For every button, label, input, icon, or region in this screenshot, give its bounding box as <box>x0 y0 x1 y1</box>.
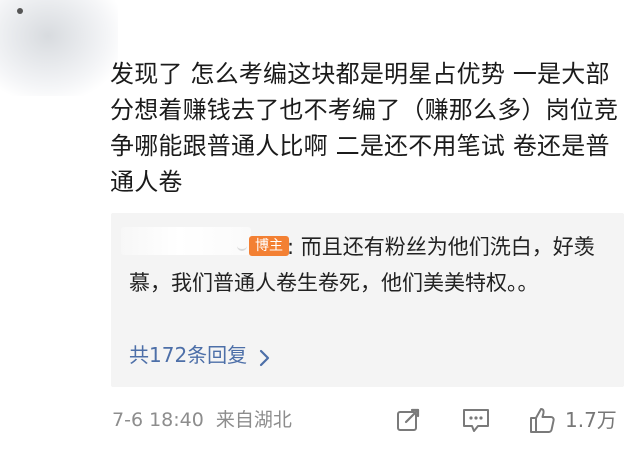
comment-card: 发现了 怎么考编这块都是明星占优势 一是大部分想着赚钱去了也不考编了（赚那么多）… <box>0 0 640 455</box>
view-replies-link[interactable]: 共172条回复 <box>129 341 273 369</box>
comment-body: 发现了 怎么考编这块都是明星占优势 一是大部分想着赚钱去了也不考编了（赚那么多）… <box>110 60 619 196</box>
like-count: 1.7万 <box>565 408 617 432</box>
like-button[interactable]: 1.7万 <box>527 404 617 436</box>
location: 来自湖北 <box>215 409 292 431</box>
reply-preview-box[interactable]: 博主 : 而且还有粉丝为他们洗白，好羡慕，我们普通人卷生卷死，他们美美特权。。 … <box>111 213 624 387</box>
comment-button[interactable] <box>460 404 492 436</box>
comment-icon <box>460 405 492 435</box>
reply-count-label: 共172条回复 <box>129 343 248 367</box>
reply-body: : 而且还有粉丝为他们洗白，好羡慕，我们普通人卷生卷死，他们美美特权。。 <box>129 235 595 295</box>
like-icon <box>527 405 557 435</box>
share-button[interactable] <box>393 404 423 436</box>
indicator-dot <box>17 8 23 14</box>
timestamp: 7-6 18:40 <box>112 409 204 431</box>
share-icon <box>393 405 423 435</box>
avatar-area-obscured[interactable] <box>0 0 118 96</box>
chevron-right-icon <box>255 346 273 367</box>
comment-meta: 7-6 18:40 来自湖北 <box>112 406 292 434</box>
